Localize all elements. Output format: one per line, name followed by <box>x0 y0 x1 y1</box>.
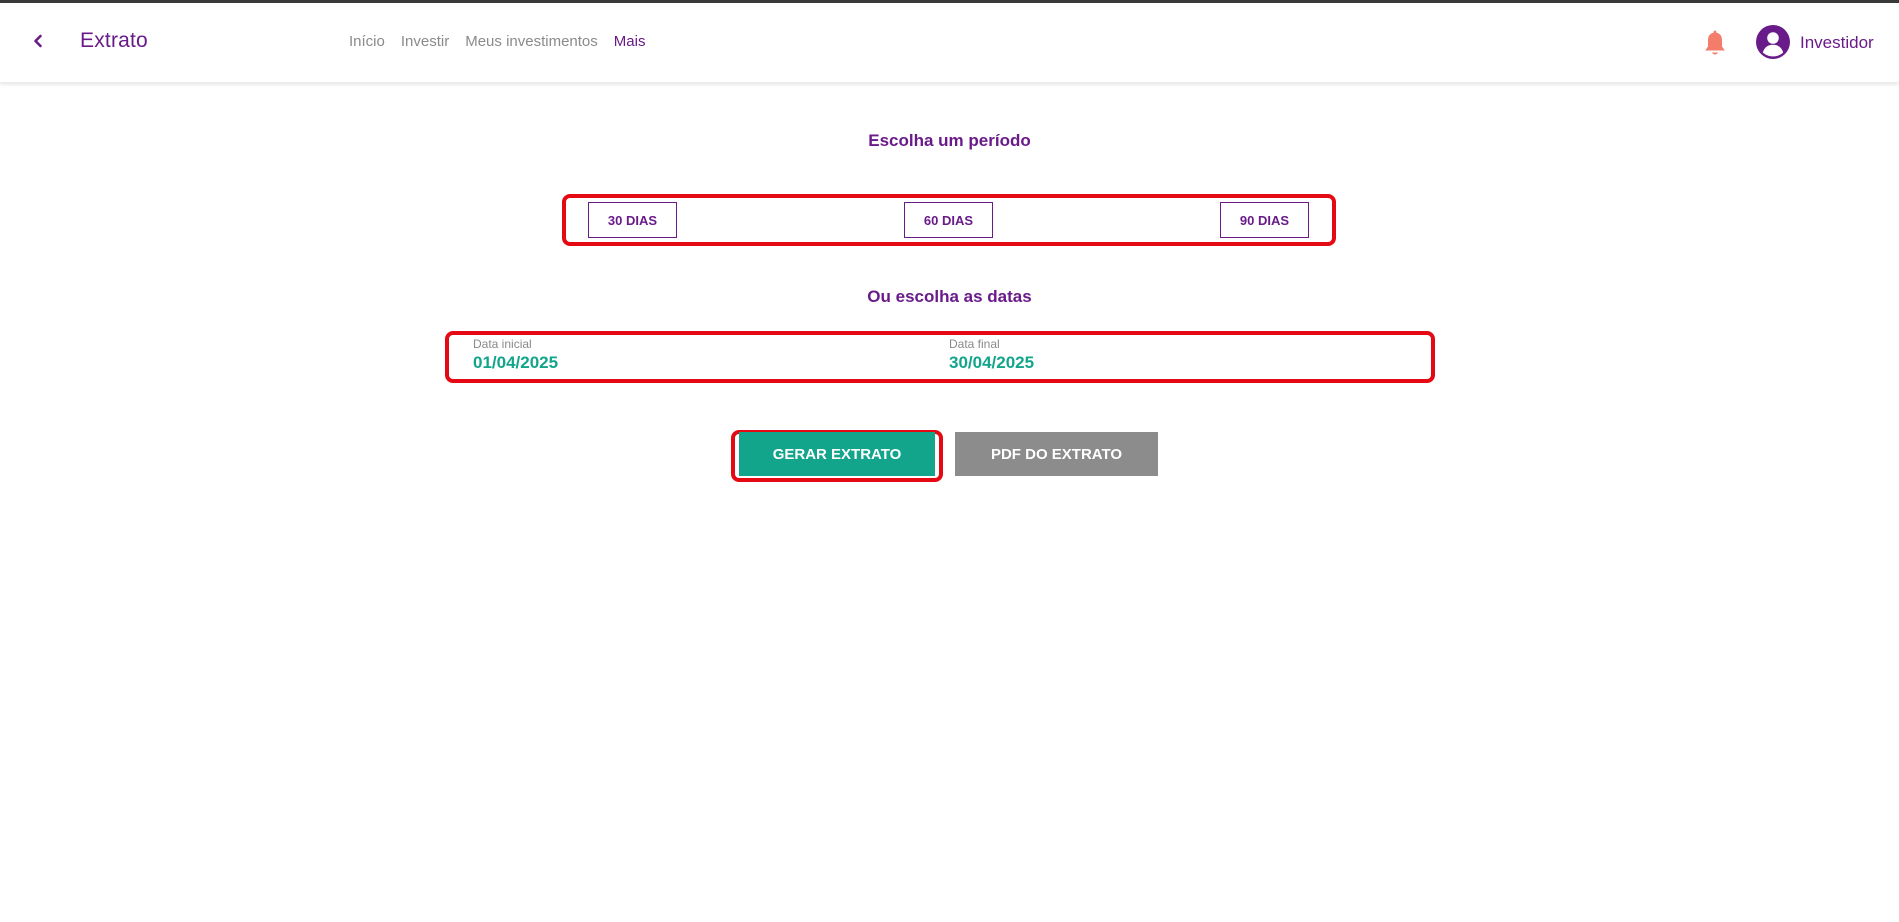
end-date-value[interactable]: 30/04/2025 <box>949 353 1369 373</box>
back-button[interactable] <box>26 29 50 53</box>
start-date-field[interactable]: Data inicial 01/04/2025 <box>473 337 893 373</box>
nav-item-meus-investimentos[interactable]: Meus investimentos <box>465 33 598 50</box>
period-title: Escolha um período <box>868 131 1031 150</box>
page-title: Extrato <box>80 29 148 52</box>
pdf-statement-button[interactable]: PDF DO EXTRATO <box>955 432 1158 476</box>
bell-icon[interactable] <box>1703 30 1727 58</box>
end-date-label: Data final <box>949 337 1000 351</box>
user-name[interactable]: Investidor <box>1800 33 1874 53</box>
end-date-field[interactable]: Data final 30/04/2025 <box>949 337 1369 373</box>
start-date-value[interactable]: 01/04/2025 <box>473 353 893 373</box>
period-60-days-button[interactable]: 60 DIAS <box>904 202 993 238</box>
dates-title: Ou escolha as datas <box>867 287 1032 306</box>
user-avatar-icon[interactable] <box>1756 25 1790 59</box>
nav-item-inicio[interactable]: Início <box>349 33 385 50</box>
main-nav: Início Investir Meus investimentos Mais <box>349 33 645 50</box>
chevron-left-icon <box>34 34 42 48</box>
period-30-days-button[interactable]: 30 DIAS <box>588 202 677 238</box>
generate-statement-button[interactable]: GERAR EXTRATO <box>739 432 935 476</box>
nav-item-investir[interactable]: Investir <box>401 33 449 50</box>
period-90-days-button[interactable]: 90 DIAS <box>1220 202 1309 238</box>
nav-item-mais[interactable]: Mais <box>614 33 646 50</box>
app-header: Extrato Início Investir Meus investiment… <box>0 3 1899 83</box>
start-date-label: Data inicial <box>473 337 532 351</box>
